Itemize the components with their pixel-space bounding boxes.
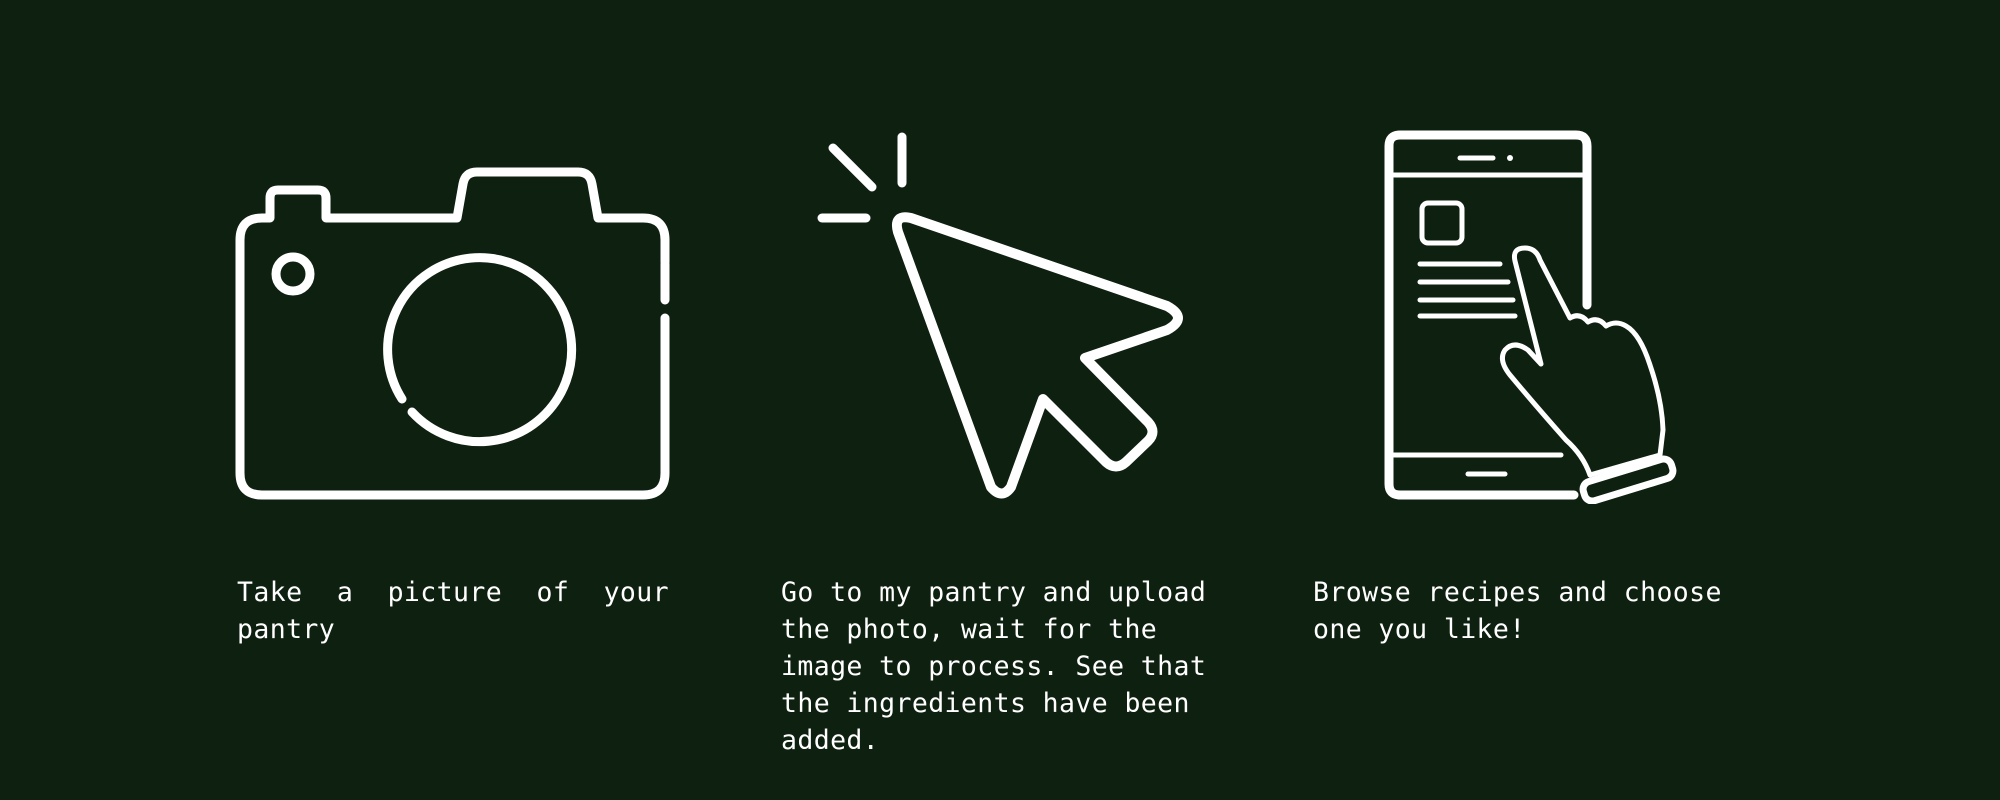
cursor-click-icon: [817, 132, 1183, 499]
camera-icon: [235, 167, 670, 500]
phone-tap-icon: [1384, 130, 1677, 504]
step-3-text: Browse recipes and choose one you like!: [1313, 577, 1722, 645]
step-2-text: Go to my pantry and upload the photo, wa…: [781, 577, 1207, 756]
step-1-text: Take a picture of your pantry: [237, 577, 669, 645]
how-it-works-page: Take a picture of your pantry Go to my p…: [0, 0, 2000, 800]
